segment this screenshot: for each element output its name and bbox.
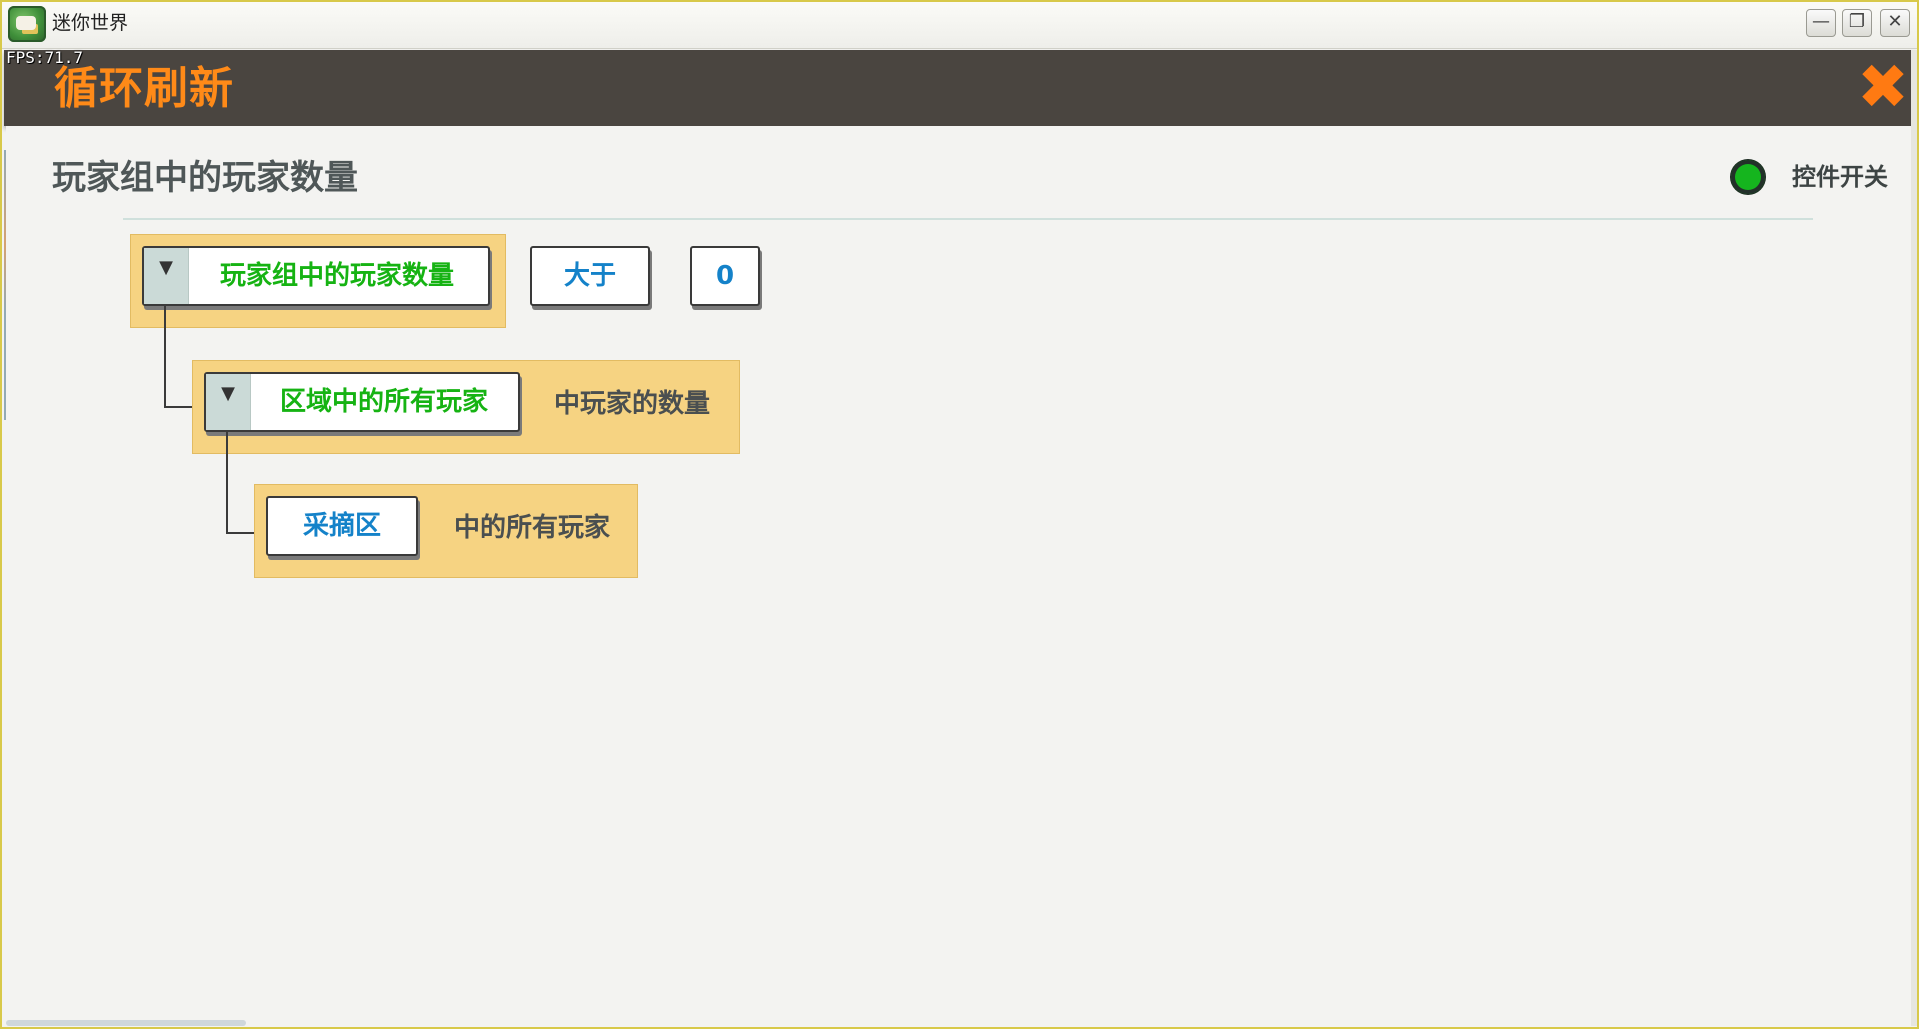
area-players-dropdown[interactable]: ▼ 区域中的所有玩家 [204,372,520,432]
window-titlebar[interactable]: 迷你世界 — ❐ ✕ [2,2,1917,49]
game-window: 迷你世界 — ❐ ✕ 循环刷新 ✖ FPS:71.7 玩家组中的玩家数量 控件开… [0,0,1919,1029]
dialog-close-button[interactable]: ✖ [1854,56,1912,118]
player-count-suffix: 中玩家的数量 [554,389,711,419]
dialog-content: 玩家组中的玩家数量 控件开关 ▼ 玩家组中的玩家数量 大于 0 ▼ 区域中的所有… [6,126,1917,1026]
maximize-button[interactable]: ❐ [1842,9,1872,37]
dialog-title: 循环刷新 [54,63,234,114]
area-select-label: 采摘区 [302,511,381,541]
area-select-button[interactable]: 采摘区 [266,496,418,556]
value-input[interactable]: 0 [690,246,760,306]
player-count-dropdown[interactable]: ▼ 玩家组中的玩家数量 [142,246,490,306]
area-players-dropdown-label: 区域中的所有玩家 [280,387,489,417]
value-label: 0 [715,261,735,291]
window-close-button[interactable]: ✕ [1880,9,1910,37]
dialog-right-edge [1911,50,1917,1026]
fps-counter: FPS:71.7 [6,48,84,67]
section-title: 玩家组中的玩家数量 [52,158,358,198]
horizontal-scrollbar[interactable] [6,1020,246,1026]
operator-button[interactable]: 大于 [530,246,650,306]
window-title: 迷你世界 [52,12,129,34]
control-toggle-label[interactable]: 控件开关 [1792,161,1888,193]
dialog-header: 循环刷新 ✖ [4,50,1917,126]
all-players-suffix: 中的所有玩家 [454,513,611,543]
control-toggle-indicator[interactable] [1731,160,1765,194]
operator-label: 大于 [563,261,616,291]
dropdown-arrow-icon[interactable]: ▼ [206,374,251,430]
section-divider [123,218,1813,220]
dropdown-arrow-icon[interactable]: ▼ [144,248,189,304]
player-count-dropdown-label: 玩家组中的玩家数量 [220,261,455,291]
app-logo-icon [8,6,46,42]
minimize-button[interactable]: — [1806,9,1836,37]
